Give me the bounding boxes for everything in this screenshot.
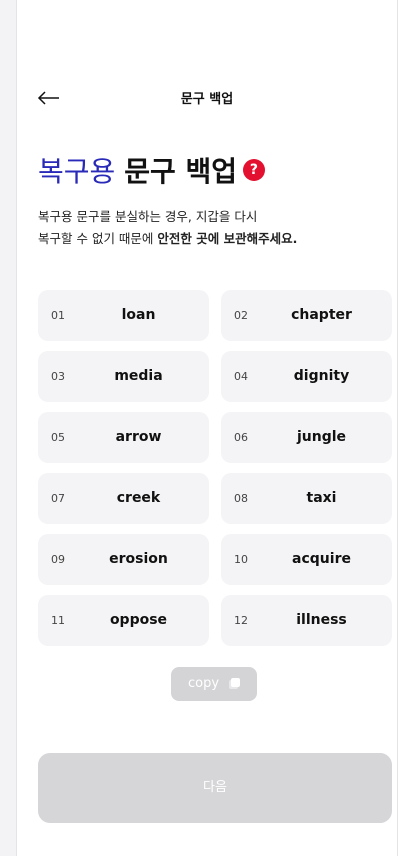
phrase-word: dignity bbox=[293, 368, 350, 384]
phrase-word-number: 03 bbox=[51, 370, 65, 383]
screen: 문구 백업 복구용 문구 백업? 복구용 문구를 분실하는 경우, 지갑을 다시… bbox=[16, 0, 398, 856]
phrase-word-number: 06 bbox=[234, 431, 248, 444]
phrase-word: erosion bbox=[109, 551, 168, 567]
phrase-word-cell: 09 erosion bbox=[38, 534, 209, 585]
next-button[interactable]: 다음 bbox=[38, 753, 392, 823]
phrase-word: taxi bbox=[306, 490, 337, 506]
description-line-1: 복구용 문구를 분실하는 경우, 지갑을 다시 bbox=[38, 209, 258, 224]
phrase-word-number: 04 bbox=[234, 370, 248, 383]
phrase-word: illness bbox=[296, 612, 347, 628]
phrase-word: creek bbox=[116, 490, 161, 506]
phrase-word: acquire bbox=[292, 551, 351, 567]
phrase-word: media bbox=[114, 368, 163, 384]
description: 복구용 문구를 분실하는 경우, 지갑을 다시 복구할 수 없기 때문에 안전한… bbox=[38, 206, 388, 250]
phrase-word-cell: 02 chapter bbox=[221, 290, 392, 341]
phrase-word-cell: 01 loan bbox=[38, 290, 209, 341]
phrase-word-cell: 10 acquire bbox=[221, 534, 392, 585]
description-line-2-text: 복구할 수 없기 때문에 bbox=[38, 231, 158, 246]
description-line-2: 복구할 수 없기 때문에 안전한 곳에 보관해주세요. bbox=[38, 228, 388, 250]
page-title: 복구용 문구 백업? bbox=[38, 152, 265, 192]
phrase-word-cell: 07 creek bbox=[38, 473, 209, 524]
phrase-word-cell: 12 illness bbox=[221, 595, 392, 646]
page-title-accent: 복구용 bbox=[38, 155, 116, 188]
phrase-word-cell: 08 taxi bbox=[221, 473, 392, 524]
phrase-word: jungle bbox=[296, 429, 347, 445]
phrase-word-number: 01 bbox=[51, 309, 65, 322]
description-line-2-bold: 안전한 곳에 보관해주세요. bbox=[157, 231, 298, 246]
phrase-word: oppose bbox=[109, 612, 168, 628]
question-icon[interactable]: ? bbox=[242, 159, 265, 181]
phrase-word-number: 10 bbox=[234, 553, 248, 566]
phrase-word-cell: 03 media bbox=[38, 351, 209, 402]
phrase-word-number: 05 bbox=[51, 431, 65, 444]
phrase-word-number: 09 bbox=[51, 553, 65, 566]
phrase-word-cell: 05 arrow bbox=[38, 412, 209, 463]
phrase-word-number: 07 bbox=[51, 492, 65, 505]
phrase-word: loan bbox=[121, 307, 156, 323]
phrase-word-cell: 06 jungle bbox=[221, 412, 392, 463]
header: 문구 백업 bbox=[17, 80, 397, 116]
phrase-word-cell: 04 dignity bbox=[221, 351, 392, 402]
phrase-word-number: 08 bbox=[234, 492, 248, 505]
header-title: 문구 백업 bbox=[180, 92, 234, 107]
phrase-word-number: 12 bbox=[234, 614, 248, 627]
phrase-word-number: 11 bbox=[51, 614, 65, 627]
phrase-word-number: 02 bbox=[234, 309, 248, 322]
page-title-strong: 문구 백업 bbox=[124, 155, 237, 188]
copy-button-label: copy bbox=[187, 676, 220, 691]
phrase-word-cell: 11 oppose bbox=[38, 595, 209, 646]
phrase-word: chapter bbox=[291, 307, 352, 323]
phrase-grid: 01 loan 02 chapter 03 media 04 dignity 0… bbox=[38, 290, 392, 646]
copy-icon bbox=[231, 678, 241, 687]
phrase-word: arrow bbox=[115, 429, 162, 445]
copy-button[interactable]: copy bbox=[171, 667, 257, 701]
